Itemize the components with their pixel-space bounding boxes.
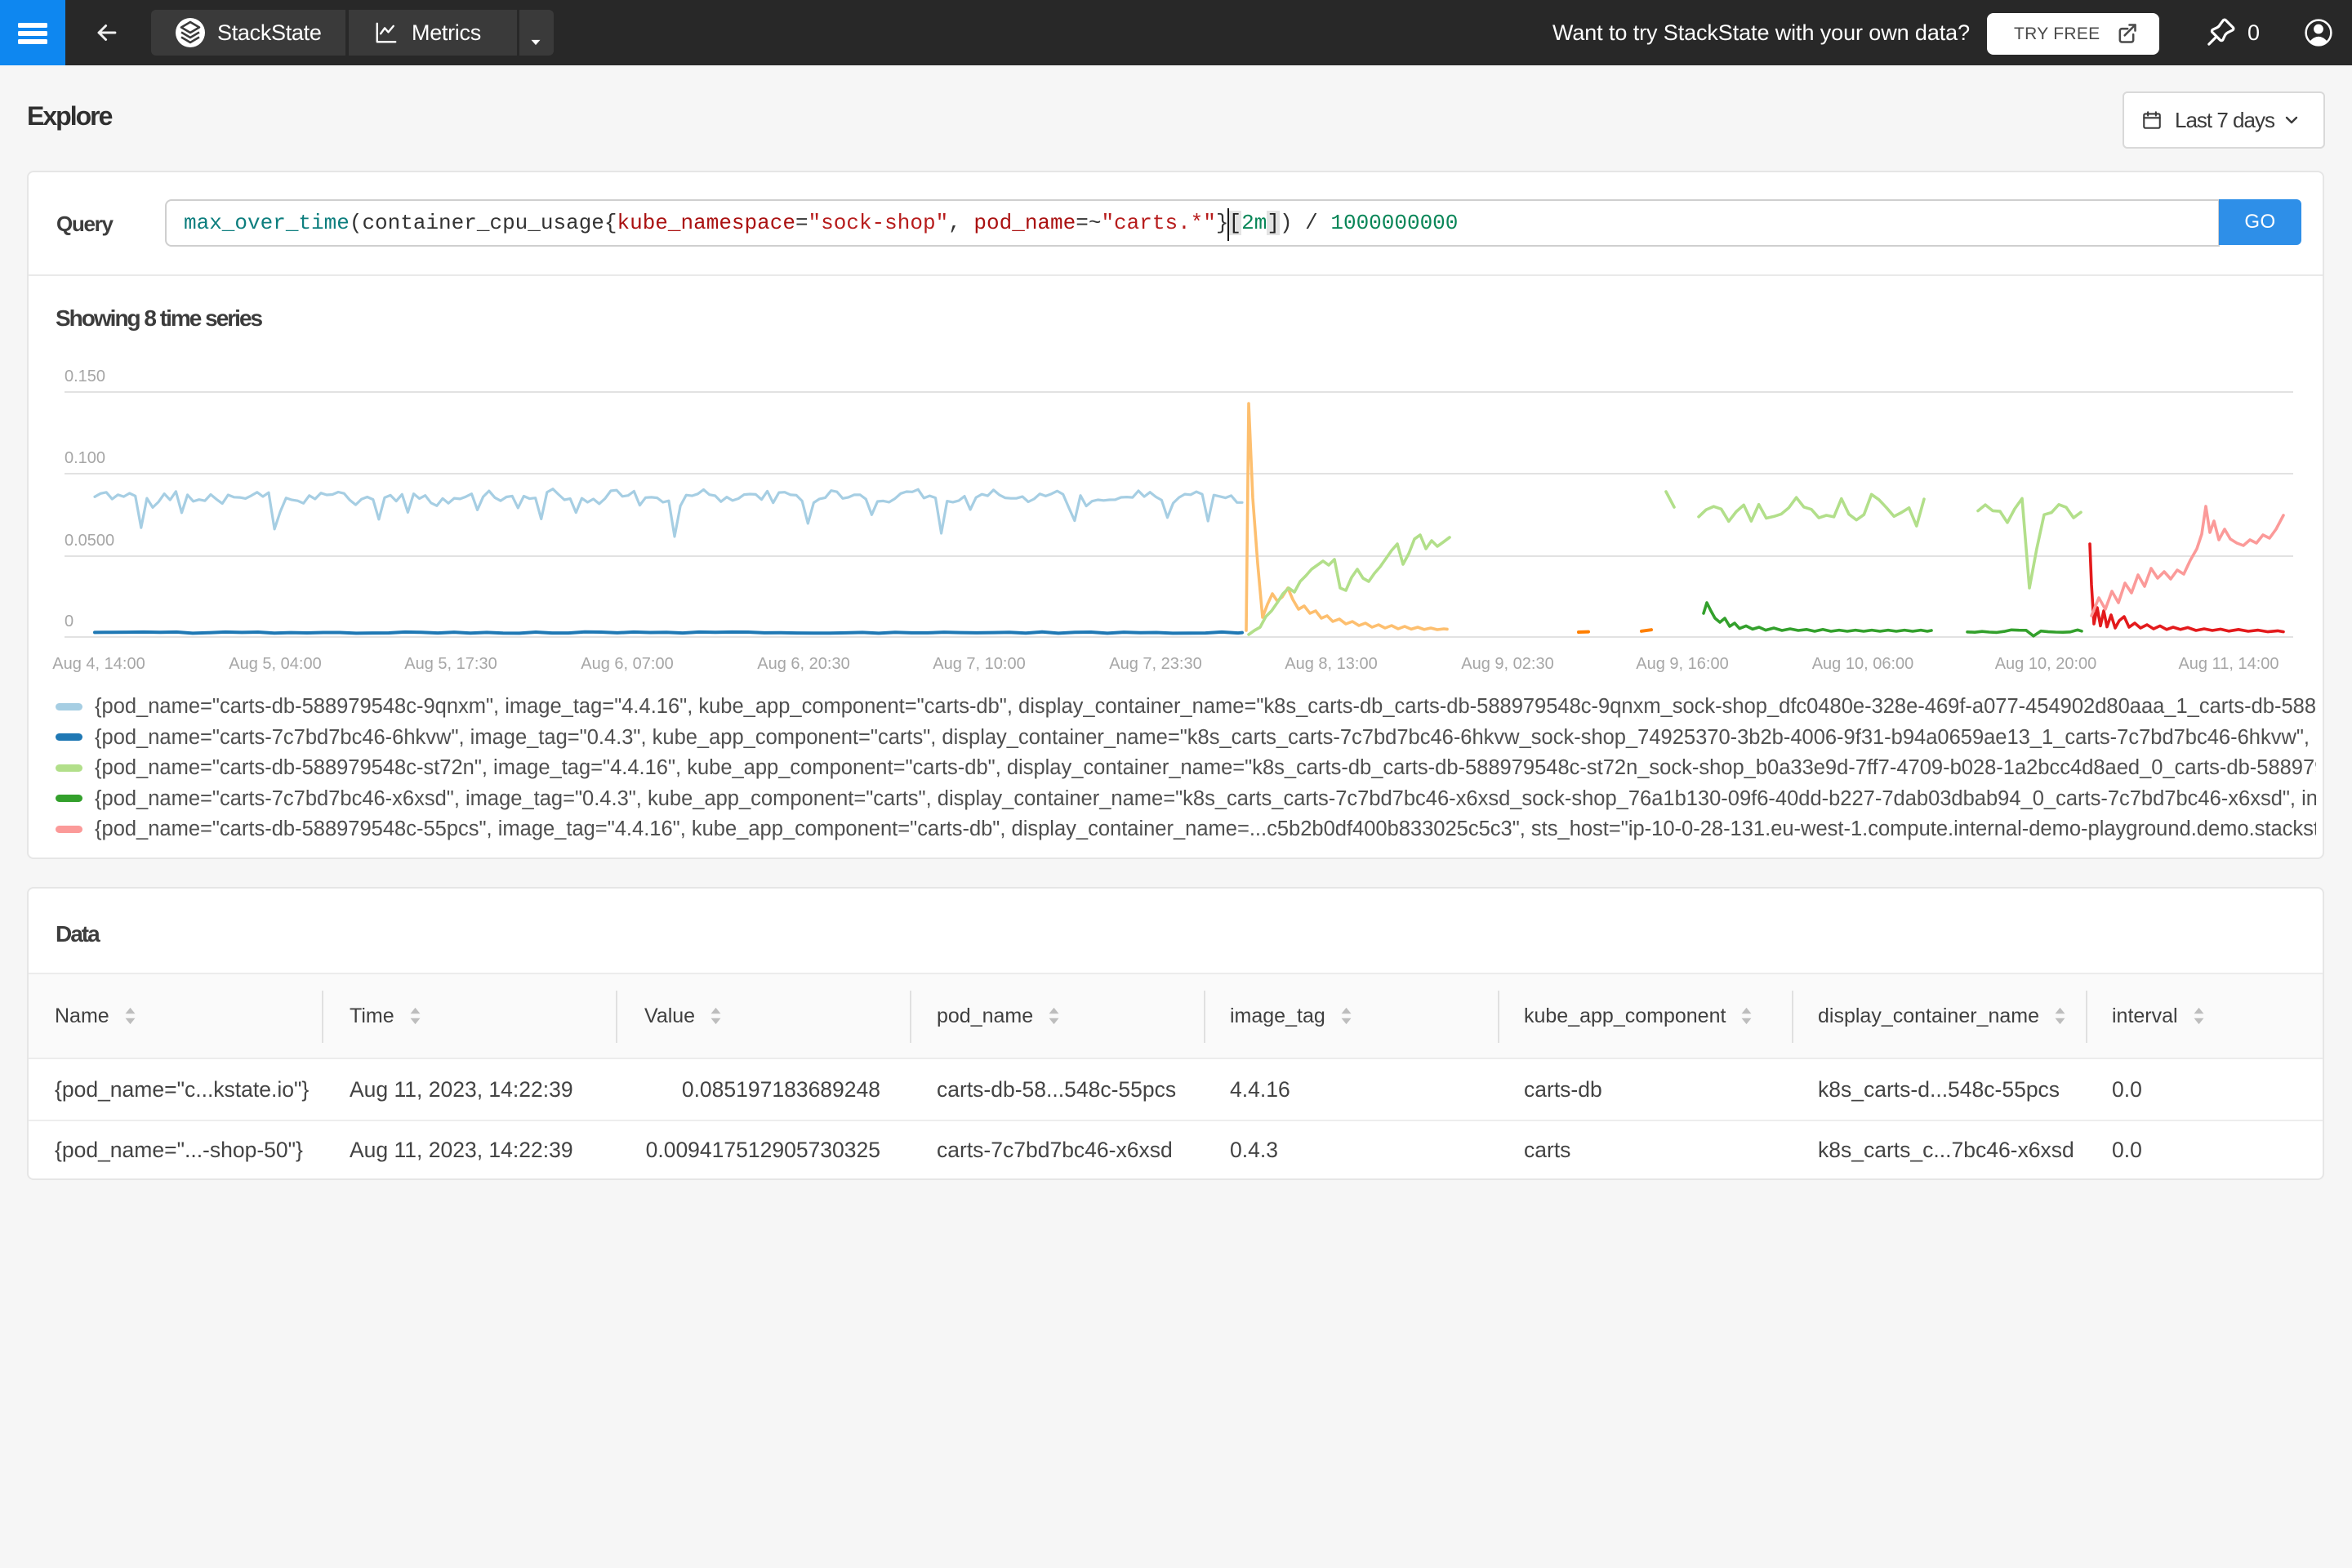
svg-text:0.150: 0.150 xyxy=(65,368,105,385)
svg-text:Aug 10, 20:00: Aug 10, 20:00 xyxy=(1995,655,2097,673)
svg-text:0.100: 0.100 xyxy=(65,449,105,467)
svg-text:Aug 6, 07:00: Aug 6, 07:00 xyxy=(581,655,673,673)
svg-text:Aug 11, 14:00: Aug 11, 14:00 xyxy=(2178,655,2278,673)
svg-text:0: 0 xyxy=(65,612,74,630)
svg-text:Aug 7, 23:30: Aug 7, 23:30 xyxy=(1109,655,1201,673)
svg-text:Aug 5, 17:30: Aug 5, 17:30 xyxy=(404,655,497,673)
svg-text:Aug 5, 04:00: Aug 5, 04:00 xyxy=(229,655,321,673)
svg-text:Aug 8, 13:00: Aug 8, 13:00 xyxy=(1285,655,1377,673)
svg-text:Aug 7, 10:00: Aug 7, 10:00 xyxy=(933,655,1025,673)
svg-text:Aug 4, 14:00: Aug 4, 14:00 xyxy=(52,655,145,673)
svg-text:0.0500: 0.0500 xyxy=(65,532,114,550)
svg-text:Aug 9, 16:00: Aug 9, 16:00 xyxy=(1636,655,1728,673)
svg-text:Aug 9, 02:30: Aug 9, 02:30 xyxy=(1461,655,1553,673)
svg-text:Aug 6, 20:30: Aug 6, 20:30 xyxy=(757,655,849,673)
svg-text:Aug 10, 06:00: Aug 10, 06:00 xyxy=(1812,655,1914,673)
